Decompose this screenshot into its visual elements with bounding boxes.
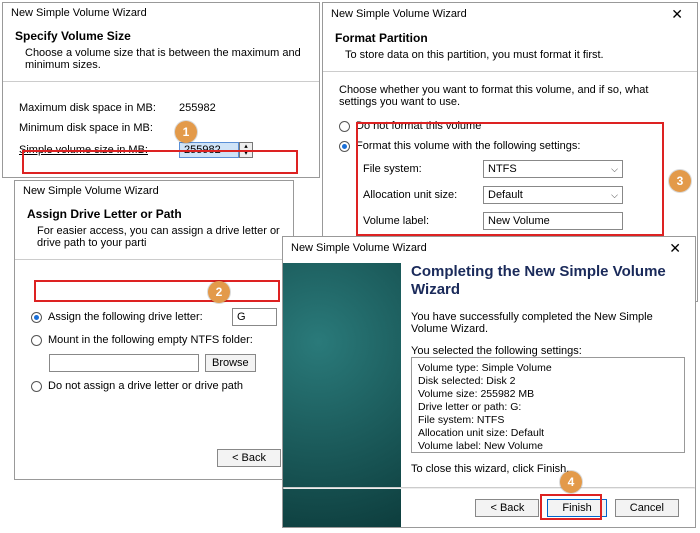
filesystem-label: File system: bbox=[363, 163, 483, 175]
format-label: Format this volume with the following se… bbox=[356, 140, 580, 152]
spinner-down-icon[interactable]: ▾ bbox=[240, 150, 252, 157]
alloc-size-dropdown[interactable]: Default⌵ bbox=[483, 186, 623, 204]
back-button[interactable]: < Back bbox=[217, 449, 281, 467]
window-title: New Simple Volume Wizard bbox=[331, 8, 467, 20]
min-disk-label: Minimum disk space in MB: bbox=[19, 122, 179, 134]
page-description: Choose a volume size that is between the… bbox=[25, 47, 307, 71]
completion-line1: You have successfully completed the New … bbox=[411, 311, 685, 335]
assign-letter-label: Assign the following drive letter: bbox=[48, 311, 203, 323]
cancel-button[interactable]: Cancel bbox=[615, 499, 679, 517]
spinner-up-icon[interactable]: ▴ bbox=[240, 143, 252, 150]
mount-path-input[interactable] bbox=[49, 354, 199, 372]
volume-label-input[interactable]: New Volume bbox=[483, 212, 623, 230]
volume-label-label: Volume label: bbox=[363, 215, 483, 227]
filesystem-dropdown[interactable]: NTFS⌵ bbox=[483, 160, 623, 178]
no-assign-radio[interactable] bbox=[31, 381, 42, 392]
min-disk-value: 8 bbox=[179, 122, 185, 134]
page-heading: Assign Drive Letter or Path bbox=[27, 207, 281, 221]
alloc-size-label: Allocation unit size: bbox=[363, 189, 483, 201]
no-format-label: Do not format this volume bbox=[356, 120, 481, 132]
mount-folder-label: Mount in the following empty NTFS folder… bbox=[48, 334, 253, 346]
volume-size-label: Simple volume size in MB: bbox=[19, 144, 179, 156]
page-heading: Specify Volume Size bbox=[15, 29, 307, 43]
completion-line3: To close this wizard, click Finish. bbox=[411, 463, 685, 475]
no-assign-label: Do not assign a drive letter or drive pa… bbox=[48, 380, 243, 392]
no-format-radio[interactable] bbox=[339, 121, 350, 132]
chevron-down-icon: ⌵ bbox=[611, 164, 618, 175]
finish-button[interactable]: Finish bbox=[547, 499, 606, 517]
browse-button[interactable]: Browse bbox=[205, 354, 256, 372]
window-title: New Simple Volume Wizard bbox=[23, 185, 159, 197]
volume-size-input[interactable] bbox=[179, 142, 239, 158]
settings-summary[interactable]: Volume type: Simple VolumeDisk selected:… bbox=[411, 357, 685, 453]
completion-line2: You selected the following settings: bbox=[411, 345, 685, 357]
chevron-down-icon: ⌵ bbox=[611, 190, 618, 201]
window-title: New Simple Volume Wizard bbox=[11, 7, 147, 19]
assign-letter-radio[interactable] bbox=[31, 312, 42, 323]
close-icon[interactable]: ✕ bbox=[665, 7, 689, 21]
volume-size-spinner[interactable]: ▴▾ bbox=[239, 142, 253, 158]
page-description: For easier access, you can assign a driv… bbox=[37, 225, 281, 249]
choose-text: Choose whether you want to format this v… bbox=[339, 84, 681, 108]
max-disk-value: 255982 bbox=[179, 102, 216, 114]
max-disk-label: Maximum disk space in MB: bbox=[19, 102, 179, 114]
close-icon[interactable]: ✕ bbox=[663, 241, 687, 255]
mount-folder-radio[interactable] bbox=[31, 335, 42, 346]
window-title: New Simple Volume Wizard bbox=[291, 242, 427, 254]
drive-letter-dropdown[interactable]: G bbox=[232, 308, 277, 326]
page-heading: Format Partition bbox=[335, 31, 685, 45]
back-button[interactable]: < Back bbox=[475, 499, 539, 517]
format-radio[interactable] bbox=[339, 141, 350, 152]
completion-heading: Completing the New Simple Volume Wizard bbox=[411, 263, 685, 299]
page-description: To store data on this partition, you mus… bbox=[345, 49, 685, 61]
